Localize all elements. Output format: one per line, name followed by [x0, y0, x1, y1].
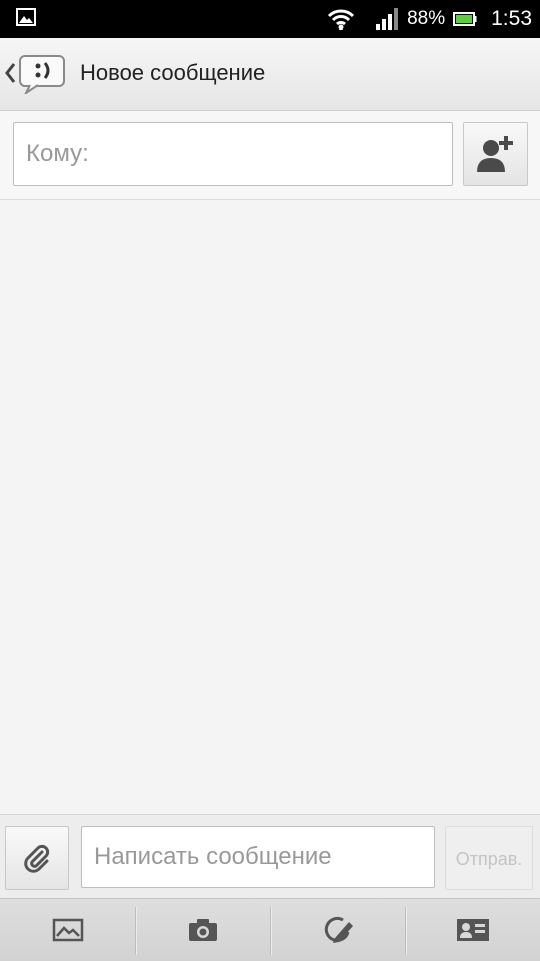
draw-button[interactable]	[270, 899, 405, 961]
add-contact-icon	[476, 136, 513, 172]
paperclip-icon	[24, 844, 50, 873]
camera-icon	[188, 919, 217, 941]
draw-icon	[324, 916, 353, 943]
attachment-toolbar	[0, 898, 540, 961]
clock: 1:53	[491, 7, 532, 30]
camera-button[interactable]	[135, 899, 270, 961]
insert-picture-button[interactable]	[0, 899, 135, 961]
message-area	[0, 200, 540, 814]
add-contact-button[interactable]	[463, 122, 528, 186]
page-title: Новое сообщение	[80, 60, 266, 85]
messaging-app-icon[interactable]	[18, 54, 66, 94]
picture-notification-icon	[16, 8, 36, 26]
battery-percent: 88%	[407, 8, 446, 29]
send-button[interactable]: Отправ.	[445, 826, 533, 890]
contact-card-button[interactable]	[405, 899, 540, 961]
signal-icon	[376, 8, 399, 30]
attach-button[interactable]	[5, 826, 69, 890]
wifi-icon	[328, 9, 355, 30]
battery-icon	[453, 12, 477, 26]
message-input[interactable]: Написать сообщение	[81, 826, 435, 888]
recipient-input[interactable]: Кому:	[13, 122, 453, 186]
status-bar: 88% 1:53	[0, 0, 540, 38]
contact-card-icon	[456, 919, 489, 941]
back-chevron-icon[interactable]	[4, 62, 16, 84]
recipient-row: Кому:	[0, 111, 540, 200]
action-bar: Новое сообщение	[0, 38, 540, 111]
picture-icon	[52, 918, 83, 942]
compose-bar: Написать сообщение Отправ.	[0, 814, 540, 899]
